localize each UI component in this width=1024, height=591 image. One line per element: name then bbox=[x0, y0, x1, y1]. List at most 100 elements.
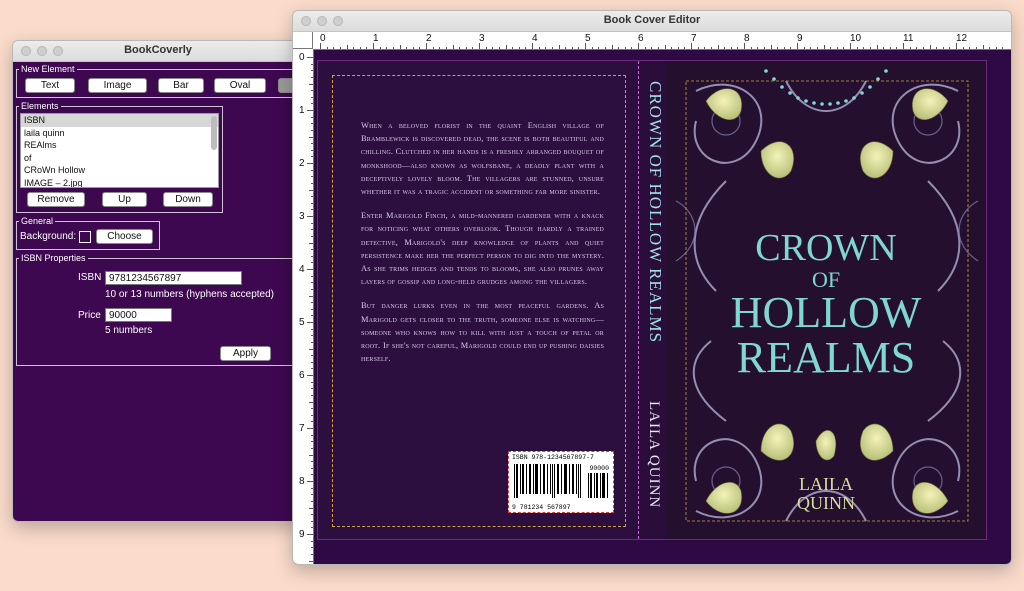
ruler-tick bbox=[309, 454, 313, 456]
spine-author[interactable]: LAILA QUINN bbox=[645, 401, 662, 508]
background-color-swatch[interactable] bbox=[79, 231, 91, 243]
remove-button[interactable]: Remove bbox=[27, 192, 85, 207]
ruler-tick bbox=[1002, 47, 1004, 49]
ruler-tick bbox=[307, 428, 313, 429]
ruler-tick bbox=[379, 47, 381, 49]
isbn-input[interactable]: 9781234567897 bbox=[105, 271, 242, 285]
new-image-button[interactable]: Image bbox=[88, 78, 147, 93]
background-label: Background: bbox=[20, 231, 77, 242]
ruler-tick bbox=[949, 47, 951, 49]
ruler-tick bbox=[472, 47, 474, 49]
list-item[interactable]: laila quinn bbox=[21, 127, 218, 140]
ruler-tick bbox=[439, 47, 441, 49]
spine[interactable]: CROWN OF HOLLOW REALMS LAILA QUINN bbox=[638, 61, 668, 539]
ruler-tick bbox=[816, 47, 818, 49]
spine-title[interactable]: CROWN OF HOLLOW REALMS bbox=[645, 81, 665, 343]
price-label: Price bbox=[78, 310, 101, 321]
new-text-button[interactable]: Text bbox=[25, 78, 75, 93]
ruler-tick bbox=[704, 47, 706, 49]
ruler-tick bbox=[770, 45, 772, 49]
ruler-tick bbox=[671, 47, 673, 49]
apply-button[interactable]: Apply bbox=[220, 346, 271, 361]
ruler-tick bbox=[307, 534, 313, 535]
ruler-tick bbox=[311, 461, 313, 463]
ruler-tick bbox=[545, 47, 547, 49]
barcode-isbn-text: ISBN 978-1234567897-7 bbox=[512, 454, 594, 461]
ruler-v-label: 7 bbox=[299, 423, 305, 434]
ruler-tick bbox=[492, 47, 494, 49]
ruler-tick bbox=[307, 110, 313, 111]
ruler-tick bbox=[309, 189, 313, 191]
ruler-tick bbox=[311, 288, 313, 290]
back-cover[interactable]: When a beloved florist in the quaint Eng… bbox=[318, 61, 638, 539]
ruler-tick bbox=[909, 47, 911, 49]
ruler-v-label: 4 bbox=[299, 264, 305, 275]
ruler-tick bbox=[578, 47, 580, 49]
ruler-tick bbox=[311, 408, 313, 410]
ruler-tick bbox=[691, 43, 692, 49]
new-oval-button[interactable]: Oval bbox=[214, 78, 266, 93]
list-item[interactable]: CRoWn Hollow bbox=[21, 164, 218, 177]
ruler-tick bbox=[459, 47, 461, 49]
front-title-hollow[interactable]: HOLLOW bbox=[666, 291, 986, 335]
choose-background-button[interactable]: Choose bbox=[96, 229, 153, 244]
ruler-tick bbox=[311, 275, 313, 277]
isbn-hint: 10 or 13 numbers (hyphens accepted) bbox=[105, 289, 274, 300]
ruler-v-label: 6 bbox=[299, 370, 305, 381]
ruler-tick bbox=[763, 47, 765, 49]
editor-titlebar[interactable]: Book Cover Editor bbox=[293, 11, 1011, 32]
price-input[interactable]: 90000 bbox=[105, 308, 172, 322]
ruler-tick bbox=[432, 47, 434, 49]
front-author-quinn[interactable]: QUINN bbox=[666, 494, 986, 512]
panel-titlebar[interactable]: BookCoverly bbox=[13, 41, 303, 62]
elements-list-scrollbar[interactable] bbox=[211, 116, 217, 150]
ruler-tick bbox=[790, 47, 792, 49]
editor-canvas-area[interactable]: 0 1 2 3 4 5 6 7 8 9 10 11 12 0123456789 When a belov… bbox=[293, 32, 1011, 564]
ruler-tick bbox=[311, 547, 313, 549]
ruler-tick bbox=[392, 47, 394, 49]
ruler-tick bbox=[883, 47, 885, 49]
list-item[interactable]: IMAGE – 2.jpg bbox=[21, 177, 218, 188]
ruler-tick bbox=[311, 209, 313, 211]
list-item[interactable]: of bbox=[21, 152, 218, 165]
ruler-tick bbox=[311, 447, 313, 449]
new-bar-button[interactable]: Bar bbox=[158, 78, 204, 93]
ruler-tick bbox=[803, 47, 805, 49]
front-title-crown[interactable]: CROWN bbox=[666, 229, 986, 267]
ruler-tick bbox=[307, 57, 313, 58]
ruler-tick bbox=[311, 381, 313, 383]
ruler-tick bbox=[309, 83, 313, 85]
ruler-tick bbox=[320, 43, 321, 49]
barcode-digits: 9 781234 567897 bbox=[512, 504, 571, 511]
ruler-tick bbox=[386, 47, 388, 49]
list-item[interactable]: REAlms bbox=[21, 139, 218, 152]
list-item[interactable]: ISBN bbox=[21, 114, 218, 127]
ruler-tick bbox=[823, 45, 825, 49]
ruler-tick bbox=[309, 560, 313, 562]
ruler-tick bbox=[624, 47, 626, 49]
down-button[interactable]: Down bbox=[163, 192, 213, 207]
front-cover[interactable]: CROWN OF HOLLOW REALMS LAILA QUINN bbox=[666, 61, 986, 539]
ruler-tick bbox=[311, 202, 313, 204]
elements-list[interactable]: ISBN laila quinn REAlms of CRoWn Hollow … bbox=[20, 113, 219, 188]
book-cover-canvas[interactable]: When a beloved florist in the quaint Eng… bbox=[317, 60, 987, 540]
ruler-tick bbox=[969, 47, 971, 49]
ruler-tick bbox=[339, 47, 341, 49]
ruler-tick bbox=[850, 43, 851, 49]
ruler-tick bbox=[311, 129, 313, 131]
back-cover-blurb[interactable]: When a beloved florist in the quaint Eng… bbox=[361, 119, 604, 376]
front-author-laila[interactable]: LAILA bbox=[666, 475, 986, 493]
ruler-tick bbox=[558, 45, 560, 49]
editor-title: Book Cover Editor bbox=[603, 14, 701, 26]
ruler-tick bbox=[869, 47, 871, 49]
ruler-tick bbox=[419, 47, 421, 49]
ruler-tick bbox=[498, 47, 500, 49]
ruler-tick bbox=[311, 255, 313, 257]
front-title-realms[interactable]: REALMS bbox=[666, 336, 986, 380]
ruler-tick bbox=[810, 47, 812, 49]
ruler-v-label: 5 bbox=[299, 317, 305, 328]
isbn-barcode[interactable]: ISBN 978-1234567897-7 90000 9 781234 567… bbox=[508, 451, 614, 513]
ruler-tick bbox=[326, 47, 328, 49]
ruler-tick bbox=[697, 47, 699, 49]
up-button[interactable]: Up bbox=[102, 192, 147, 207]
